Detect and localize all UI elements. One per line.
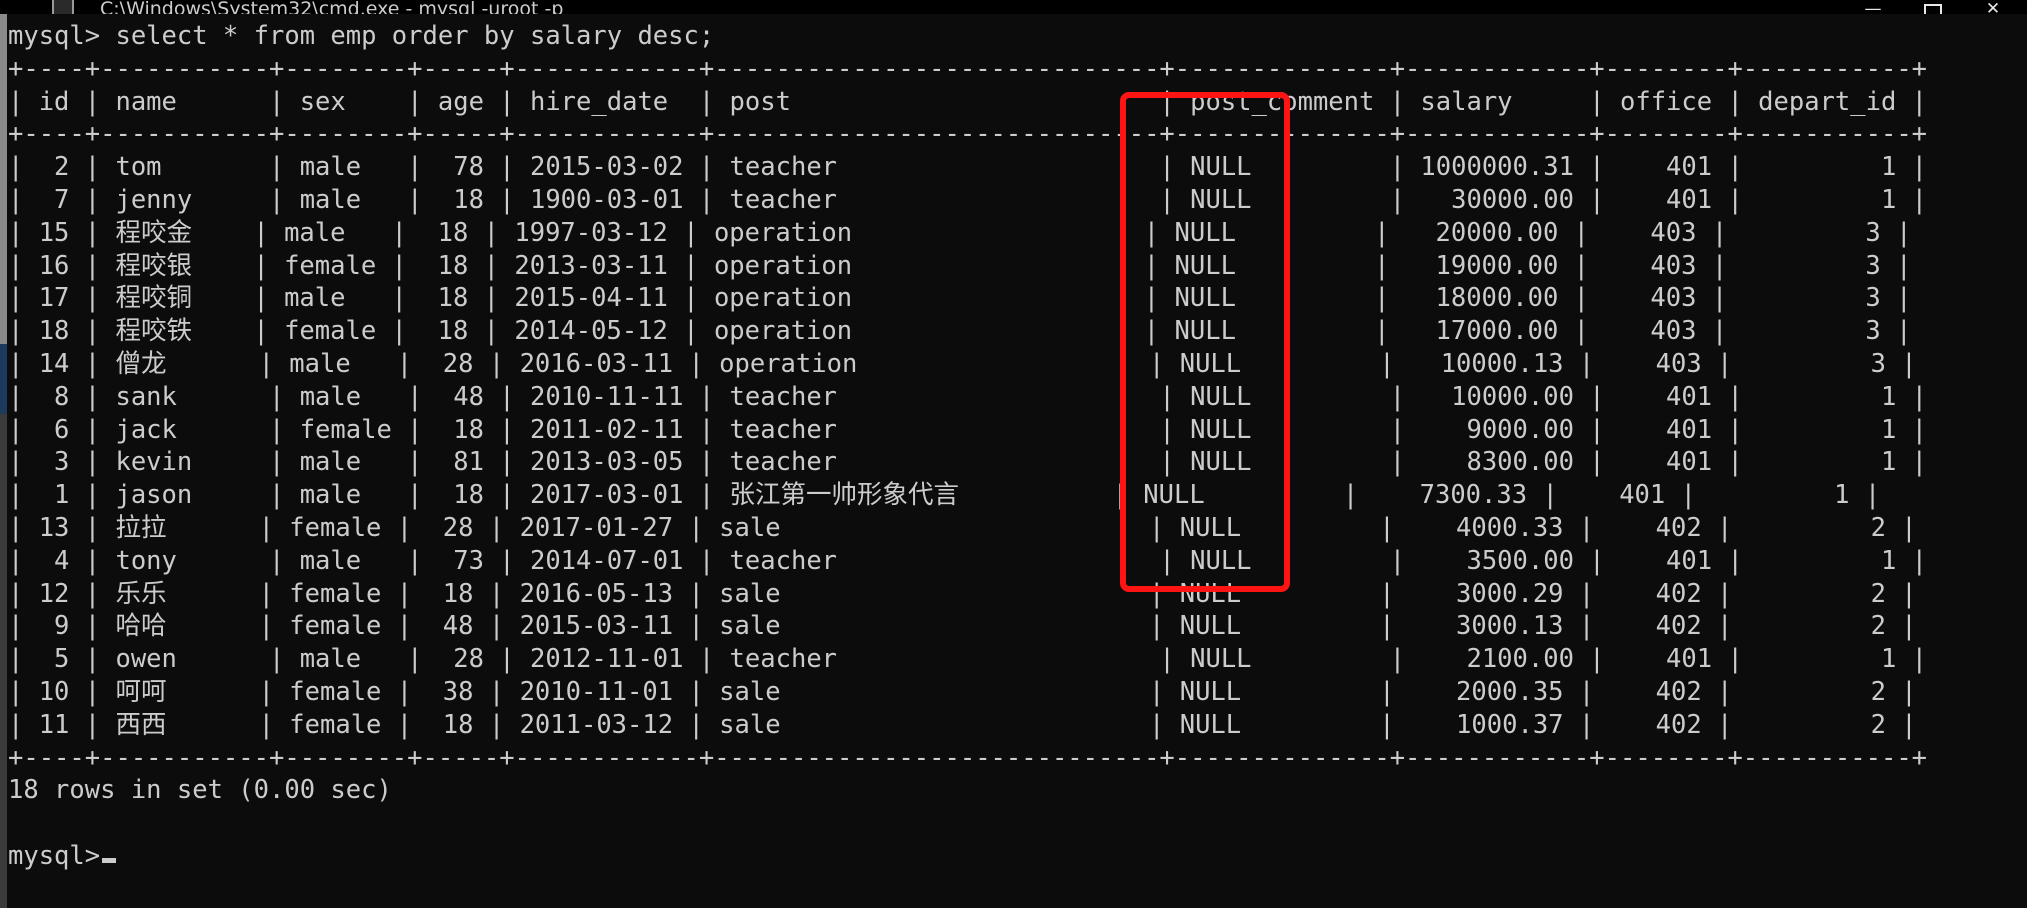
minimize-icon: —: [1864, 0, 1882, 15]
scrollbar-track-upper[interactable]: [0, 14, 7, 344]
prompt-line: mysql> select * from emp order by salary…: [8, 21, 715, 51]
table-row: | 3 | kevin | male | 81 | 2013-03-05 | t…: [8, 447, 1928, 478]
table-header-row: | id | name | sex | age | hire_date | po…: [8, 86, 1928, 117]
table-row: | 2 | tom | male | 78 | 2015-03-02 | tea…: [8, 152, 1928, 183]
row-count-status: 18 rows in set (0.00 sec): [8, 775, 392, 806]
table-row: | 9 | 哈哈 | female | 48 | 2015-03-11 | sa…: [8, 611, 1917, 642]
table-row: | 10 | 呵呵 | female | 38 | 2010-11-01 | s…: [8, 676, 1917, 707]
table-row: | 1 | jason | male | 18 | 2017-03-01 | 张…: [8, 480, 1881, 511]
title-bar[interactable]: C:\Windows\System32\cmd.exe - mysql -uro…: [0, 0, 2027, 14]
text-cursor: [102, 857, 117, 863]
table-row: | 17 | 程咬铜 | male | 18 | 2015-04-11 | op…: [8, 283, 1912, 314]
table-row: | 13 | 拉拉 | female | 28 | 2017-01-27 | s…: [8, 512, 1917, 543]
table-separator: +----+-----------+--------+-----+-------…: [8, 53, 1928, 84]
result-table: +----+-----------+--------+-----+-------…: [8, 53, 2027, 775]
cmd-window: C:\Windows\System32\cmd.exe - mysql -uro…: [0, 0, 2027, 908]
scrollbar-thumb[interactable]: [0, 344, 7, 414]
close-button[interactable]: ✕: [1963, 0, 2023, 15]
table-row: | 4 | tony | male | 73 | 2014-07-01 | te…: [8, 545, 1928, 576]
window-controls: — ✕: [1843, 0, 2023, 14]
minimize-button[interactable]: —: [1843, 0, 1903, 15]
maximize-button[interactable]: [1903, 0, 1963, 14]
table-row: | 5 | owen | male | 28 | 2012-11-01 | te…: [8, 644, 1928, 675]
table-row: | 18 | 程咬铁 | female | 18 | 2014-05-12 | …: [8, 316, 1912, 347]
table-row: | 14 | 僧龙 | male | 28 | 2016-03-11 | ope…: [8, 348, 1917, 379]
table-row: | 12 | 乐乐 | female | 18 | 2016-05-13 | s…: [8, 578, 1917, 609]
vertical-scrollbar[interactable]: [0, 14, 7, 908]
table-row: | 8 | sank | male | 48 | 2010-11-11 | te…: [8, 381, 1928, 412]
maximize-icon: [1924, 4, 1942, 14]
table-row: | 15 | 程咬金 | male | 18 | 1997-03-12 | op…: [8, 217, 1912, 248]
table-separator: +----+-----------+--------+-----+-------…: [8, 119, 1928, 150]
final-prompt: mysql>: [8, 840, 101, 871]
cmd-icon: [52, 0, 74, 14]
table-separator: +----+-----------+--------+-----+-------…: [8, 742, 1928, 773]
table-row: | 11 | 西西 | female | 18 | 2011-03-12 | s…: [8, 709, 1917, 740]
table-row: | 16 | 程咬银 | female | 18 | 2013-03-11 | …: [8, 250, 1912, 281]
table-row: | 6 | jack | female | 18 | 2011-02-11 | …: [8, 414, 1928, 445]
window-title: C:\Windows\System32\cmd.exe - mysql -uro…: [100, 0, 564, 14]
table-row: | 7 | jenny | male | 18 | 1900-03-01 | t…: [8, 184, 1928, 215]
console-output[interactable]: mysql> select * from emp order by salary…: [0, 14, 2027, 908]
final-prompt-line: mysql>: [8, 840, 2027, 873]
close-icon: ✕: [1985, 0, 2001, 15]
